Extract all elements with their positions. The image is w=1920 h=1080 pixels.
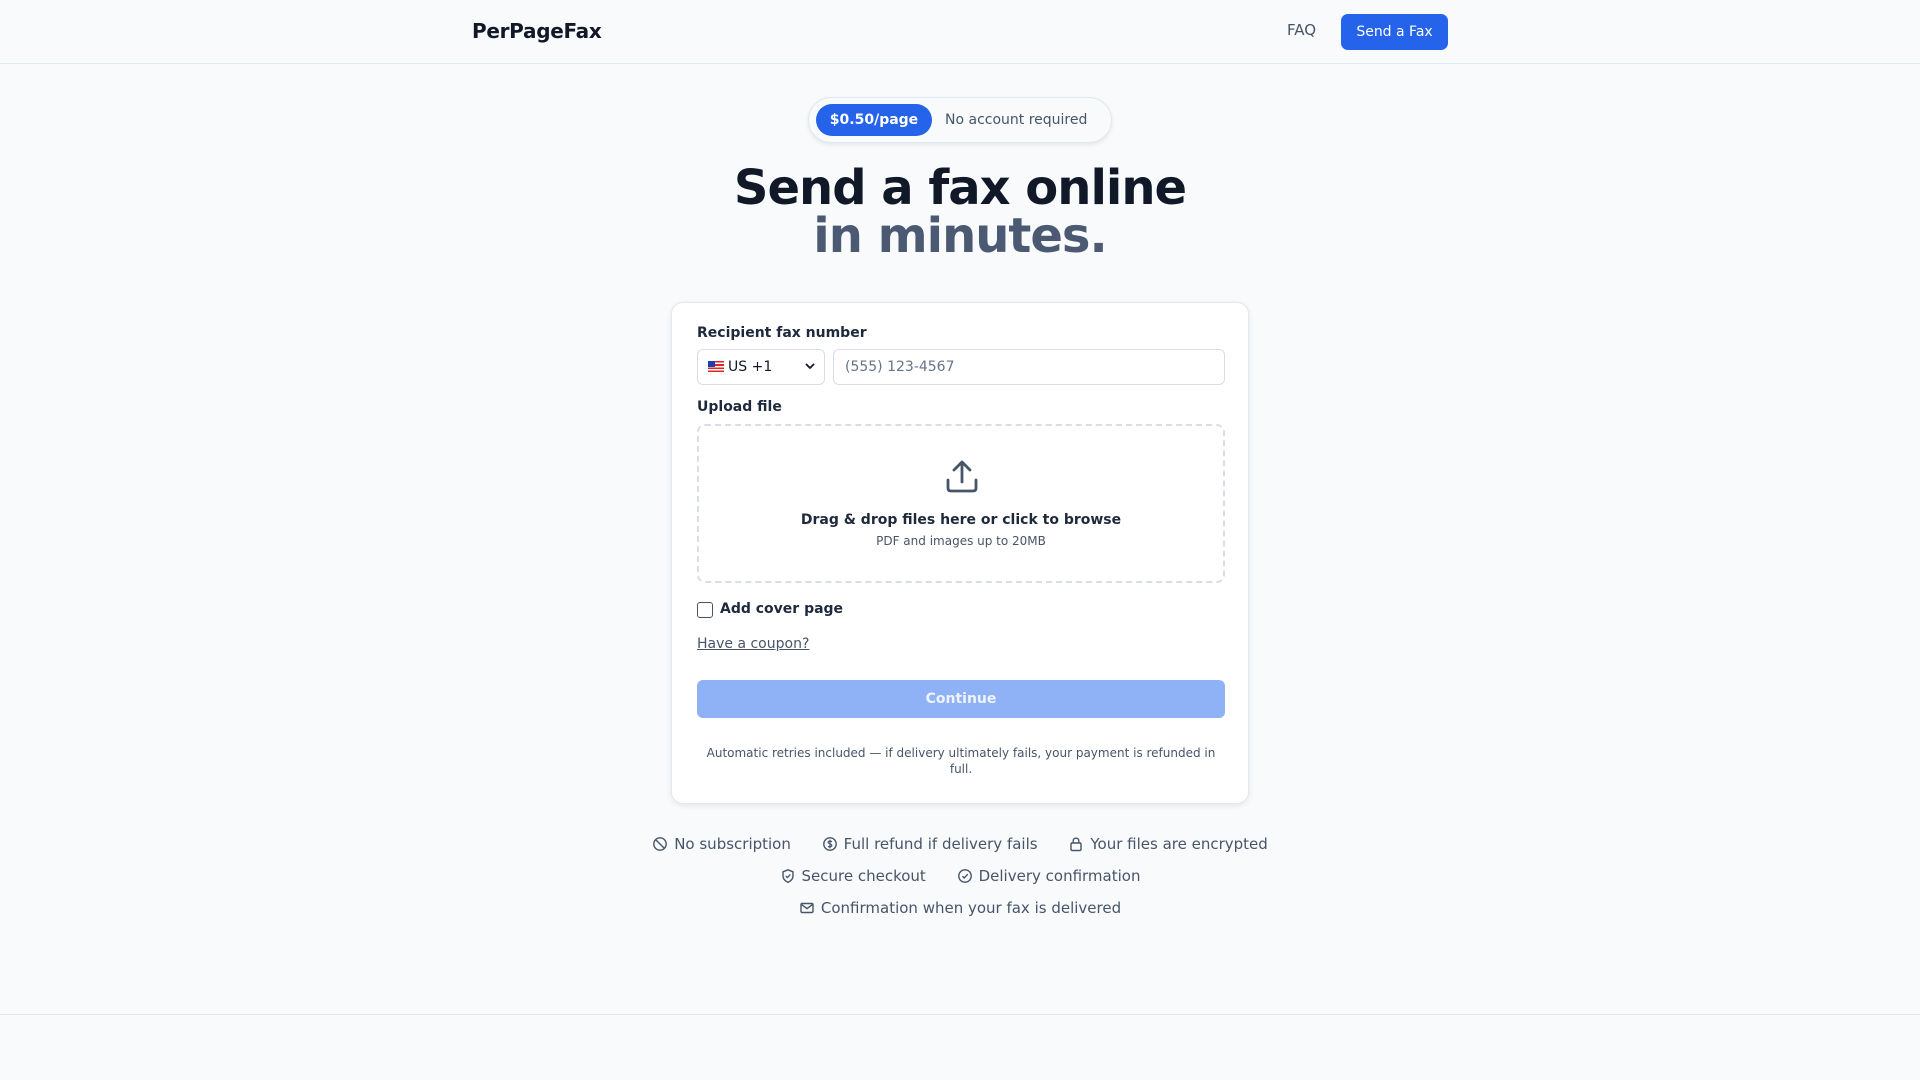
feature-label: Secure checkout (801, 867, 926, 885)
chevron-down-icon (804, 350, 816, 397)
mail-icon (800, 902, 814, 914)
cover-page-label[interactable]: Add cover page (720, 601, 843, 617)
feature-label: Delivery confirmation (978, 867, 1141, 885)
feature-delivery-confirmation: Delivery confirmation (957, 866, 1141, 886)
top-navbar: PerPageFax FAQ Send a Fax (0, 0, 1920, 64)
send-fax-nav-button[interactable]: Send a Fax (1341, 14, 1448, 50)
feature-label: Confirmation when your fax is delivered (820, 899, 1122, 917)
feature-label: Your files are encrypted (1090, 835, 1268, 853)
feature-secure-checkout: Secure checkout (780, 866, 926, 886)
ban-icon (653, 837, 668, 851)
recipient-fax-label: Recipient fax number (697, 325, 867, 341)
page-footer (0, 1014, 1920, 1080)
shield-icon (781, 869, 794, 884)
features-row-1: No subscription Full refund if delivery … (0, 834, 1920, 854)
lock-icon (1070, 837, 1083, 852)
refund-note: Automatic retries included — if delivery… (706, 746, 1216, 776)
hero-subtitle: in minutes. (813, 208, 1107, 264)
feature-label: Full refund if delivery fails (843, 835, 1038, 853)
no-account-text: No account required (945, 112, 1088, 128)
dollar-circle-icon (822, 837, 837, 851)
upload-icon (946, 460, 978, 493)
brand-logo[interactable]: PerPageFax (472, 19, 602, 43)
dropzone-title: Drag & drop files here or click to brows… (800, 512, 1122, 528)
file-dropzone[interactable]: Drag & drop files here or click to brows… (697, 424, 1225, 583)
check-circle-icon (957, 869, 972, 883)
feature-label: No subscription (674, 835, 791, 853)
country-code-select[interactable]: US +1 (697, 349, 825, 385)
send-fax-form-card: Recipient fax number US +1 Upload file D… (671, 302, 1249, 804)
feature-confirmation-email: Confirmation when your fax is delivered (799, 898, 1121, 918)
feature-no-subscription: No subscription (652, 834, 791, 854)
country-code-value: US +1 (728, 359, 773, 375)
continue-button[interactable]: Continue (697, 680, 1225, 718)
features-row-3: Confirmation when your fax is delivered (0, 898, 1920, 918)
pricing-badge: $0.50/page No account required (808, 97, 1112, 143)
upload-file-label: Upload file (697, 399, 782, 415)
dropzone-subtitle: PDF and images up to 20MB (876, 534, 1046, 548)
features-row-2: Secure checkout Delivery confirmation (0, 866, 1920, 886)
feature-full-refund: Full refund if delivery fails (822, 834, 1038, 854)
coupon-link[interactable]: Have a coupon? (697, 636, 809, 652)
us-flag-icon (708, 361, 724, 372)
cover-page-checkbox[interactable] (697, 602, 713, 618)
feature-encrypted: Your files are encrypted (1068, 834, 1268, 854)
price-tag: $0.50/page (816, 104, 932, 136)
fax-number-input[interactable] (833, 349, 1225, 385)
nav-faq-link[interactable]: FAQ (1287, 21, 1316, 39)
